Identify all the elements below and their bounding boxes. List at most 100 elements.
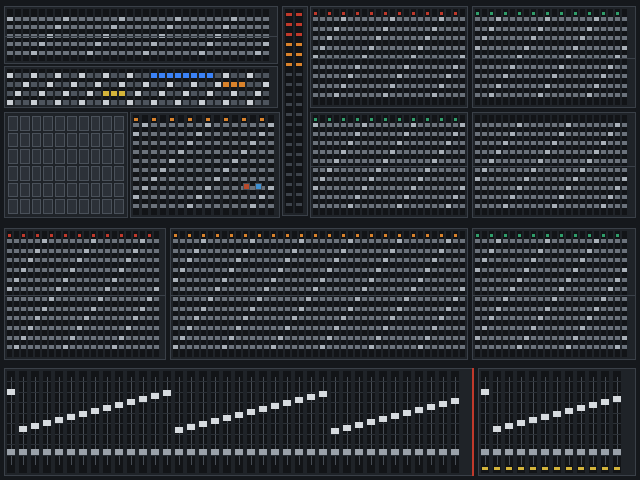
rotary-knob[interactable] [594, 345, 599, 350]
rotary-knob[interactable] [517, 258, 522, 263]
rotary-knob[interactable] [538, 258, 543, 263]
rotary-knob[interactable] [214, 204, 220, 208]
rotary-knob[interactable] [545, 277, 550, 282]
rotary-knob[interactable] [306, 248, 311, 253]
rotary-knob[interactable] [285, 258, 290, 263]
rotary-knob[interactable] [178, 204, 184, 208]
rotary-knob[interactable] [524, 239, 529, 243]
rotary-knob[interactable] [460, 141, 465, 145]
rotary-knob[interactable] [334, 326, 339, 330]
rotary-knob[interactable] [453, 45, 458, 50]
rotary-knob[interactable] [594, 326, 599, 330]
rotary-knob[interactable] [552, 64, 557, 69]
rotary-knob[interactable] [35, 248, 40, 253]
rotary-knob[interactable] [327, 195, 332, 199]
rotary-knob[interactable] [552, 17, 557, 21]
channel-button[interactable] [215, 91, 221, 96]
rotary-knob[interactable] [517, 150, 522, 154]
rotary-knob[interactable] [397, 345, 402, 350]
rotary-knob[interactable] [84, 277, 89, 282]
rotary-knob[interactable] [327, 258, 332, 263]
rotary-knob[interactable] [320, 83, 325, 88]
rotary-knob[interactable] [559, 26, 564, 31]
rotary-knob[interactable] [460, 204, 465, 208]
rotary-knob[interactable] [538, 123, 543, 127]
rotary-knob[interactable] [21, 258, 26, 263]
rotary-knob[interactable] [622, 306, 627, 311]
rotary-knob[interactable] [187, 195, 193, 199]
rotary-knob[interactable] [187, 268, 192, 272]
rotary-knob[interactable] [98, 248, 103, 253]
matrix-button[interactable] [55, 166, 65, 181]
rotary-knob[interactable] [552, 186, 557, 190]
rotary-knob[interactable] [383, 297, 388, 301]
rotary-knob[interactable] [439, 141, 444, 145]
rotary-knob[interactable] [503, 159, 508, 163]
rotary-knob[interactable] [397, 26, 402, 31]
rotary-knob[interactable] [460, 277, 465, 282]
rotary-knob[interactable] [446, 36, 451, 41]
rotary-knob[interactable] [460, 268, 465, 272]
rotary-knob[interactable] [143, 50, 149, 55]
rotary-knob[interactable] [119, 239, 124, 243]
rotary-knob[interactable] [446, 316, 451, 321]
rotary-knob[interactable] [545, 93, 550, 98]
rotary-knob[interactable] [566, 345, 571, 350]
matrix-button[interactable] [19, 199, 30, 214]
rotary-knob[interactable] [77, 248, 82, 253]
rotary-knob[interactable] [432, 239, 437, 243]
rotary-knob[interactable] [223, 186, 229, 190]
matrix-button[interactable] [67, 116, 77, 131]
rotary-knob[interactable] [566, 248, 571, 253]
fader-cap-lower[interactable] [115, 449, 123, 455]
rotary-knob[interactable] [133, 159, 139, 163]
rotary-knob[interactable] [257, 258, 262, 263]
matrix-button[interactable] [8, 166, 18, 181]
rotary-knob[interactable] [425, 335, 430, 340]
channel-button[interactable] [127, 73, 133, 78]
rotary-knob[interactable] [154, 239, 159, 243]
rotary-knob[interactable] [142, 177, 148, 181]
rotary-knob[interactable] [21, 239, 26, 243]
rotary-knob[interactable] [622, 168, 627, 172]
rotary-knob[interactable] [187, 159, 193, 163]
rotary-knob[interactable] [608, 335, 613, 340]
rotary-knob[interactable] [105, 306, 110, 311]
rotary-knob[interactable] [362, 36, 367, 41]
rotary-knob[interactable] [411, 93, 416, 98]
rotary-knob[interactable] [28, 277, 33, 282]
rotary-knob[interactable] [71, 42, 77, 47]
channel-button[interactable] [151, 100, 157, 105]
rotary-knob[interactable] [580, 177, 585, 181]
rotary-knob[interactable] [257, 239, 262, 243]
rotary-knob[interactable] [594, 186, 599, 190]
rotary-knob[interactable] [229, 316, 234, 321]
channel-button[interactable] [87, 100, 93, 105]
rotary-knob[interactable] [47, 25, 53, 30]
rotary-knob[interactable] [460, 132, 465, 136]
rotary-knob[interactable] [341, 195, 346, 199]
rotary-knob[interactable] [264, 297, 269, 301]
rotary-knob[interactable] [196, 186, 202, 190]
rotary-knob[interactable] [271, 316, 276, 321]
rotary-knob[interactable] [425, 159, 430, 163]
rotary-knob[interactable] [432, 316, 437, 321]
rotary-knob[interactable] [503, 277, 508, 282]
rotary-knob[interactable] [432, 36, 437, 41]
rotary-knob[interactable] [355, 150, 360, 154]
rotary-knob[interactable] [545, 195, 550, 199]
rotary-knob[interactable] [264, 316, 269, 321]
rotary-knob[interactable] [411, 335, 416, 340]
rotary-knob[interactable] [151, 132, 157, 136]
rotary-knob[interactable] [517, 335, 522, 340]
rotary-knob[interactable] [432, 150, 437, 154]
rotary-knob[interactable] [154, 297, 159, 301]
rotary-knob[interactable] [475, 93, 480, 98]
rotary-knob[interactable] [362, 268, 367, 272]
channel-button[interactable] [175, 82, 181, 87]
rotary-knob[interactable] [187, 326, 192, 330]
rotary-knob[interactable] [517, 132, 522, 136]
rotary-knob[interactable] [404, 150, 409, 154]
rotary-knob[interactable] [278, 287, 283, 292]
rotary-knob[interactable] [341, 159, 346, 163]
